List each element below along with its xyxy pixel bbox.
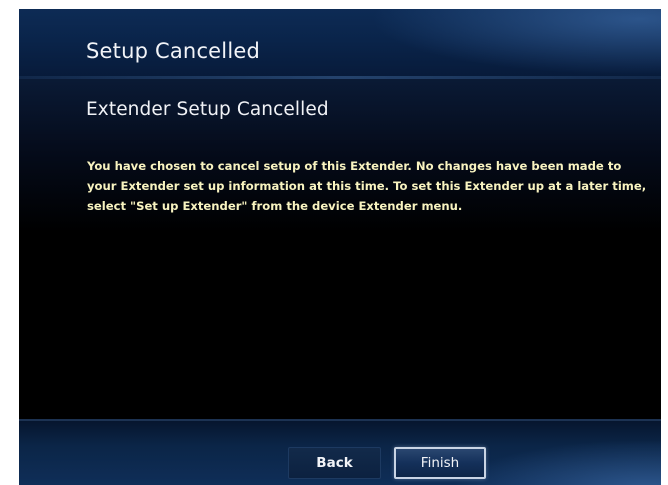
setup-screen: Setup Cancelled Extender Setup Cancelled…: [19, 9, 661, 485]
footer-bar: Back Finish: [19, 419, 661, 485]
back-button[interactable]: Back: [288, 447, 381, 479]
finish-button[interactable]: Finish: [394, 447, 486, 479]
cancel-message: You have chosen to cancel setup of this …: [87, 159, 647, 213]
header-bar: Setup Cancelled: [19, 9, 661, 79]
content-panel: Extender Setup Cancelled You have chosen…: [19, 79, 661, 419]
page-title: Setup Cancelled: [86, 39, 261, 63]
section-title: Extender Setup Cancelled: [86, 99, 329, 120]
